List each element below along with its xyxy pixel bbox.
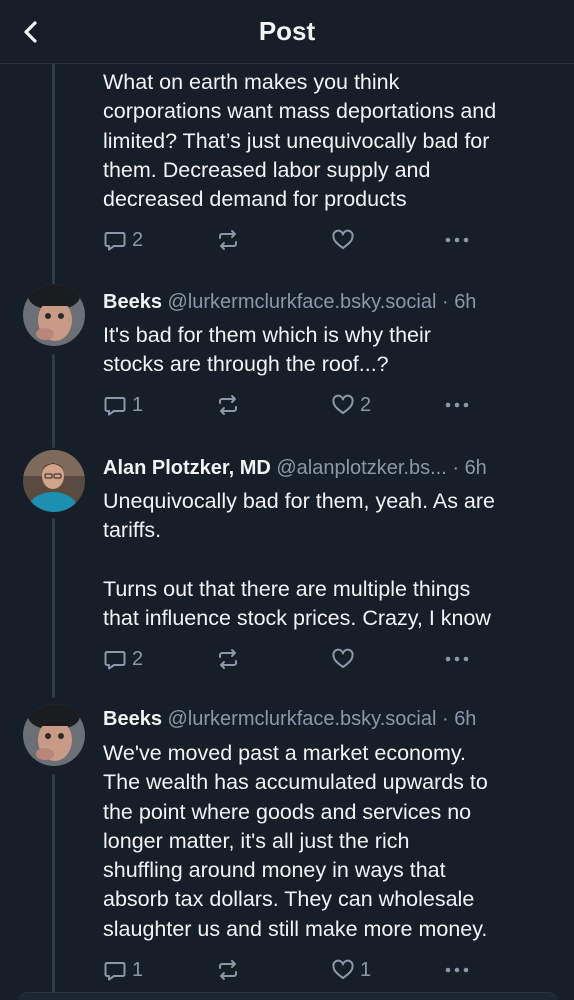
reply-icon: [104, 962, 126, 981]
separator-dot: ·: [441, 291, 449, 313]
thread-feed: What on earth makes you think corporatio…: [0, 64, 574, 1000]
reply-composer-bar[interactable]: [18, 992, 558, 1000]
reply-button[interactable]: 2: [103, 227, 143, 253]
post-time: 6h: [464, 457, 487, 479]
reply-icon: [104, 397, 126, 416]
post-actions: 2: [103, 646, 483, 672]
reply-button[interactable]: 2: [103, 646, 143, 672]
page-title: Post: [258, 16, 316, 46]
post-text: It's bad for them which is why their sto…: [103, 323, 431, 377]
author-name[interactable]: Alan Plotzker, MD: [103, 457, 271, 479]
repost-button[interactable]: [215, 227, 241, 253]
post-header: Beeks @lurkermclurkface.bsky.social · 6h: [103, 708, 544, 731]
reply-button[interactable]: 1: [103, 957, 143, 983]
post-header: Beeks @lurkermclurkface.bsky.social · 6h: [103, 291, 544, 314]
post-actions: 1 1: [103, 957, 483, 983]
post[interactable]: Beeks @lurkermclurkface.bsky.social · 6h…: [0, 704, 574, 1000]
heart-icon: [332, 959, 354, 979]
reply-count: 2: [132, 228, 144, 251]
reply-count: 1: [132, 958, 144, 981]
avatar[interactable]: [23, 284, 85, 346]
post-text: We've moved past a market economy. The w…: [103, 741, 488, 941]
separator-dot: ·: [452, 457, 459, 479]
heart-icon: [332, 648, 354, 668]
repost-button[interactable]: [215, 646, 241, 672]
author-handle[interactable]: @lurkermclurkface.bsky.social: [168, 291, 437, 313]
like-button[interactable]: 2: [331, 392, 371, 418]
more-icon: [445, 402, 469, 408]
repost-icon: [219, 649, 237, 669]
like-count: 2: [360, 393, 372, 416]
avatar[interactable]: [23, 704, 85, 766]
separator-dot: ·: [441, 708, 449, 730]
post-actions: 2: [103, 227, 483, 253]
reply-icon: [104, 232, 126, 251]
post-time: 6h: [454, 708, 477, 730]
repost-button[interactable]: [215, 957, 241, 983]
like-button[interactable]: [331, 227, 360, 253]
top-bar: Post: [0, 0, 574, 64]
post-actions: 1 2: [103, 392, 483, 418]
more-icon: [445, 237, 469, 243]
like-button[interactable]: [331, 646, 360, 672]
more-options-button[interactable]: [443, 957, 471, 983]
reply-count: 2: [132, 647, 144, 670]
repost-button[interactable]: [215, 392, 241, 418]
author-name[interactable]: Beeks: [103, 291, 162, 313]
author-name[interactable]: Beeks: [103, 708, 162, 730]
post-text: Unequivocally bad for them, yeah. As are…: [103, 489, 495, 631]
reply-count: 1: [132, 393, 144, 416]
more-options-button[interactable]: [443, 227, 471, 253]
post[interactable]: Beeks @lurkermclurkface.bsky.social · 6h…: [0, 284, 574, 450]
post-time: 6h: [454, 291, 477, 313]
repost-icon: [219, 230, 237, 250]
repost-icon: [219, 960, 237, 980]
post-header: Alan Plotzker, MD @alanplotzker.bs... · …: [103, 457, 544, 480]
reply-icon: [104, 651, 126, 670]
more-options-button[interactable]: [443, 392, 471, 418]
like-count: 1: [360, 958, 372, 981]
more-options-button[interactable]: [443, 646, 471, 672]
post[interactable]: What on earth makes you think corporatio…: [0, 64, 574, 284]
post-text: What on earth makes you think corporatio…: [103, 70, 497, 212]
more-icon: [445, 656, 469, 662]
like-button[interactable]: 1: [331, 957, 371, 983]
reply-button[interactable]: 1: [103, 392, 143, 418]
heart-icon: [332, 394, 354, 414]
author-handle[interactable]: @alanplotzker.bs...: [276, 457, 446, 479]
repost-icon: [219, 395, 237, 415]
avatar[interactable]: [23, 450, 85, 512]
author-handle[interactable]: @lurkermclurkface.bsky.social: [168, 708, 437, 730]
more-icon: [445, 967, 469, 973]
heart-icon: [332, 229, 354, 249]
post[interactable]: Alan Plotzker, MD @alanplotzker.bs... · …: [0, 450, 574, 704]
